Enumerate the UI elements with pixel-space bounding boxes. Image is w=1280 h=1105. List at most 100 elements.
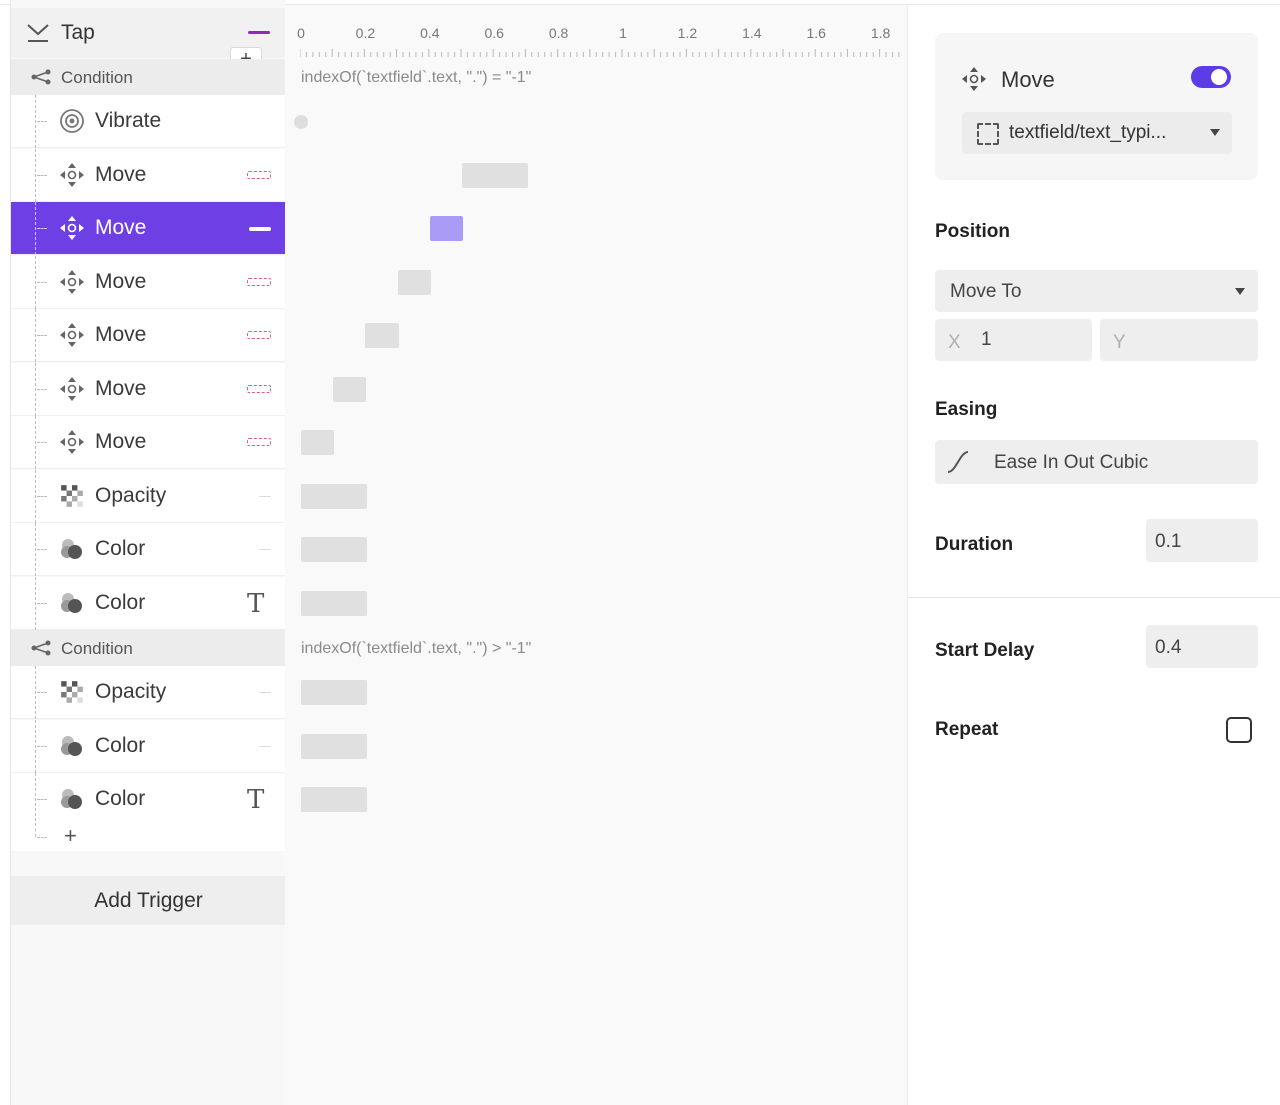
ruler-tick-label: 1.8	[870, 25, 891, 41]
action-label: Move	[95, 162, 147, 186]
timeline-bar[interactable]	[301, 733, 368, 759]
timeline-bar[interactable]	[301, 483, 368, 509]
timeline-bar[interactable]	[365, 323, 399, 349]
tree-guide	[37, 745, 47, 747]
easing-marker	[247, 438, 271, 446]
move-icon	[59, 162, 85, 188]
ruler-tick-label: 1.6	[806, 25, 826, 41]
condition-label: Condition	[61, 639, 133, 658]
toggle-knob	[1211, 69, 1227, 85]
tree-guide	[35, 362, 36, 416]
repeat-checkbox[interactable]	[1226, 717, 1252, 743]
timeline-bar[interactable]	[301, 430, 335, 456]
easing-select[interactable]: Ease In Out Cubic	[935, 440, 1258, 484]
action-row-move[interactable]: Move	[11, 148, 286, 202]
x-field[interactable]: X 1	[935, 319, 1092, 361]
tree-guide	[37, 692, 47, 693]
duration-value: 0.1	[1155, 531, 1182, 552]
start-delay-input[interactable]: 0.4	[1146, 625, 1258, 668]
text-marker-icon: T	[247, 588, 265, 619]
tree-guide	[35, 523, 36, 576]
action-row-opacity[interactable]: Opacity	[11, 666, 286, 719]
target-layer-select[interactable]: textfield/text_typi...	[962, 112, 1232, 154]
tree-guide	[37, 335, 47, 336]
tree-guide	[35, 823, 36, 837]
easing-curve-icon	[947, 451, 969, 473]
action-row-opacity[interactable]: Opacity	[11, 469, 286, 523]
tree-guide	[37, 281, 47, 283]
ruler-tick-label: 0.8	[548, 25, 569, 41]
color-icon	[59, 786, 85, 812]
tree-guide	[35, 416, 36, 469]
section-divider	[908, 597, 1280, 598]
add-trigger-button[interactable]: Add Trigger	[11, 876, 286, 925]
text-marker-icon: T	[247, 785, 265, 815]
action-row-move[interactable]: Move	[11, 362, 286, 416]
move-icon	[59, 376, 85, 402]
condition-branch-icon	[31, 640, 51, 656]
move-icon	[59, 429, 85, 455]
duration-input[interactable]: 0.1	[1146, 519, 1258, 562]
timeline-bar[interactable]	[429, 216, 463, 242]
timeline-bar[interactable]	[301, 537, 368, 563]
x-label: X	[948, 332, 961, 353]
tree-guide	[37, 388, 47, 390]
tap-trigger-icon	[27, 24, 49, 42]
action-label: Move	[95, 430, 147, 453]
timeline-bar[interactable]	[333, 376, 367, 402]
position-mode-select[interactable]: Move To	[935, 270, 1258, 312]
tree-guide	[35, 719, 36, 773]
action-label: Opacity	[95, 483, 167, 507]
position-mode-value: Move To	[950, 281, 1022, 302]
trigger-label: Tap	[61, 21, 95, 44]
enable-toggle[interactable]	[1191, 66, 1231, 88]
condition-expression: indexOf(`textfield`.text, ".") = "-1"	[301, 69, 532, 86]
action-row-move[interactable]: Move	[11, 416, 286, 469]
opacity-icon	[59, 679, 85, 705]
easing-marker	[259, 495, 271, 497]
action-row-color[interactable]: Color	[11, 523, 286, 576]
timeline-panel[interactable]: 0 0.2 0.4 0.6 0.8 1 1.2 1.4 1.6 1.8 indexOf(`text…	[285, 5, 907, 1105]
y-field[interactable]: Y	[1100, 319, 1258, 361]
ruler-tick-label: 1.2	[677, 25, 698, 41]
action-row-move[interactable]: Move	[11, 255, 286, 309]
timeline-bar[interactable]	[397, 269, 431, 295]
action-row-color[interactable]: Color T	[11, 576, 286, 630]
action-row-move[interactable]: Move	[11, 309, 286, 362]
tree-guide	[37, 799, 47, 800]
tree-guide	[37, 174, 47, 176]
action-label: Move	[95, 323, 147, 346]
timeline-bar[interactable]	[301, 787, 368, 813]
y-label: Y	[1113, 332, 1126, 353]
color-icon	[59, 733, 85, 759]
action-label: Move	[95, 269, 147, 293]
timeline-bar[interactable]	[462, 162, 529, 188]
ruler-tick-label: 0	[297, 25, 305, 41]
condition-row[interactable]: Condition	[11, 630, 286, 666]
easing-marker	[247, 384, 271, 393]
action-label: Move	[95, 216, 147, 239]
ruler-tick-label: 0.4	[420, 25, 440, 41]
position-label: Position	[935, 221, 1010, 242]
timeline-keyframe-dot[interactable]	[294, 114, 308, 129]
chevron-down-icon	[1210, 129, 1220, 136]
ruler-tick-label: 0.6	[484, 25, 504, 41]
move-icon	[59, 269, 85, 295]
add-action-button[interactable]: +	[64, 823, 77, 849]
start-delay-label: Start Delay	[935, 640, 1035, 661]
action-row-vibrate[interactable]: Vibrate	[11, 95, 286, 148]
action-row-color[interactable]: Color T	[11, 773, 286, 826]
repeat-label: Repeat	[935, 719, 999, 740]
action-label: Vibrate	[95, 109, 162, 132]
add-action-row[interactable]: +	[11, 823, 286, 851]
timeline-bar[interactable]	[301, 590, 368, 616]
action-row-color[interactable]: Color	[11, 719, 286, 773]
timeline-bar[interactable]	[301, 680, 368, 706]
action-label: Color	[95, 733, 146, 757]
condition-row[interactable]: Condition	[11, 59, 286, 95]
tree-guide	[37, 442, 47, 443]
vibrate-icon	[59, 108, 85, 134]
start-delay-value: 0.4	[1155, 637, 1182, 658]
action-row-move[interactable]: Move	[11, 202, 286, 255]
easing-marker	[247, 170, 271, 179]
